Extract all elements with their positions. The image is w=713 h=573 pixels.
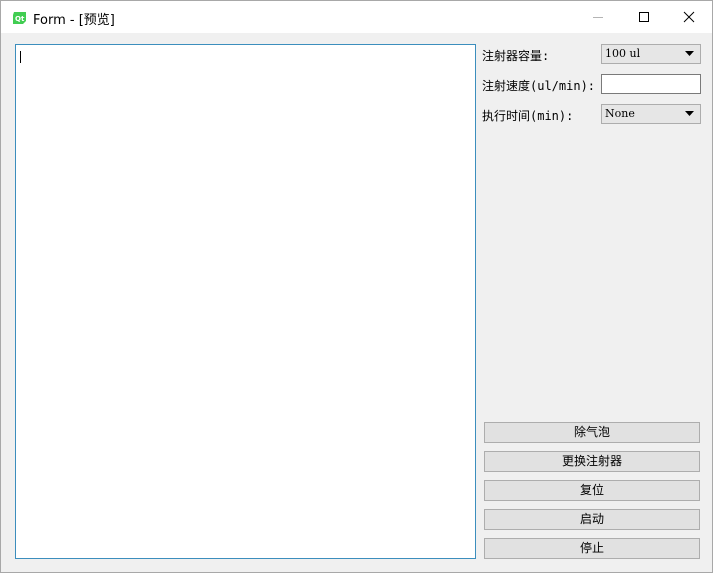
run-time-value: None (605, 107, 635, 120)
minimize-button[interactable] (575, 1, 621, 33)
chevron-down-icon (685, 111, 694, 116)
close-icon (683, 11, 695, 23)
title-bar[interactable]: Qt Form - [预览] (1, 1, 712, 33)
injection-speed-label: 注射速度(ul/min): (482, 79, 596, 93)
replace-syringe-button[interactable]: 更换注射器 (484, 451, 700, 472)
log-text-area[interactable] (15, 44, 476, 559)
syringe-volume-combo[interactable]: 100 ul (601, 44, 701, 64)
remove-bubbles-button[interactable]: 除气泡 (484, 422, 700, 443)
qt-designer-icon: Qt (12, 10, 27, 24)
run-time-combo[interactable]: None (601, 104, 701, 124)
stop-button[interactable]: 停止 (484, 538, 700, 559)
reset-button[interactable]: 复位 (484, 480, 700, 501)
maximize-icon (639, 12, 649, 22)
close-button[interactable] (666, 1, 712, 33)
main-window: Qt Form - [预览] 注射器容量: 100 ul 注射速度(ul/min… (0, 0, 713, 573)
svg-text:Qt: Qt (15, 15, 25, 23)
minimize-icon (593, 17, 603, 18)
syringe-volume-label: 注射器容量: (482, 49, 550, 63)
maximize-button[interactable] (621, 1, 667, 33)
text-caret (20, 51, 21, 63)
window-title: Form - [预览] (33, 13, 115, 28)
run-time-label: 执行时间(min): (482, 109, 574, 123)
syringe-volume-value: 100 ul (605, 47, 641, 60)
injection-speed-input[interactable] (601, 74, 701, 94)
chevron-down-icon (685, 51, 694, 56)
start-button[interactable]: 启动 (484, 509, 700, 530)
form-client-area: 注射器容量: 100 ul 注射速度(ul/min): 执行时间(min): N… (1, 33, 712, 572)
